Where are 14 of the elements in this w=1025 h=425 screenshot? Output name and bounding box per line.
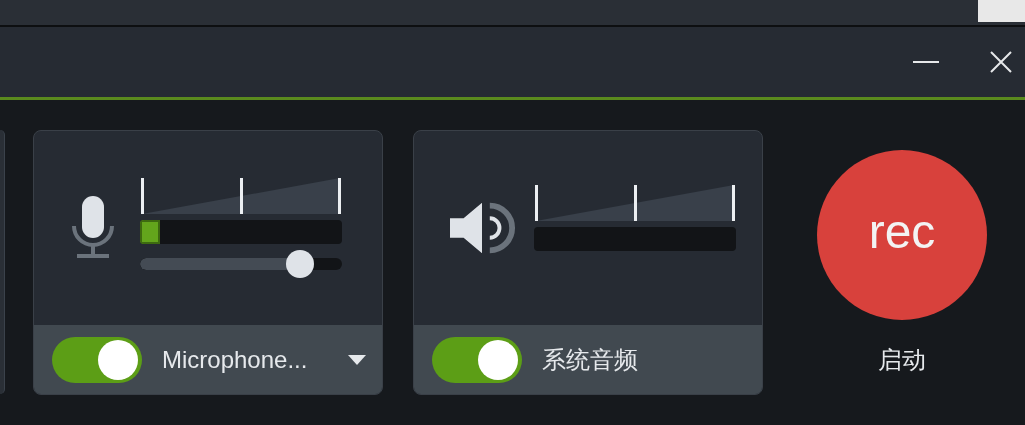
volume-slider[interactable]: [140, 250, 342, 278]
record-button[interactable]: rec: [817, 150, 987, 320]
toggle-switch[interactable]: [52, 336, 142, 383]
source-label: 系统音频: [542, 344, 638, 375]
microphone-icon: [70, 196, 116, 260]
minimize-icon[interactable]: [913, 60, 939, 64]
source-label: Microphone...: [162, 344, 308, 375]
dropdown-caret-icon[interactable]: [348, 354, 366, 365]
speaker-icon: [450, 202, 516, 254]
record-label: 启动: [878, 345, 926, 375]
slider-thumb[interactable]: [285, 250, 314, 278]
background-window: [978, 0, 1025, 22]
close-icon[interactable]: [989, 50, 1013, 74]
toggle-switch[interactable]: [432, 336, 522, 383]
